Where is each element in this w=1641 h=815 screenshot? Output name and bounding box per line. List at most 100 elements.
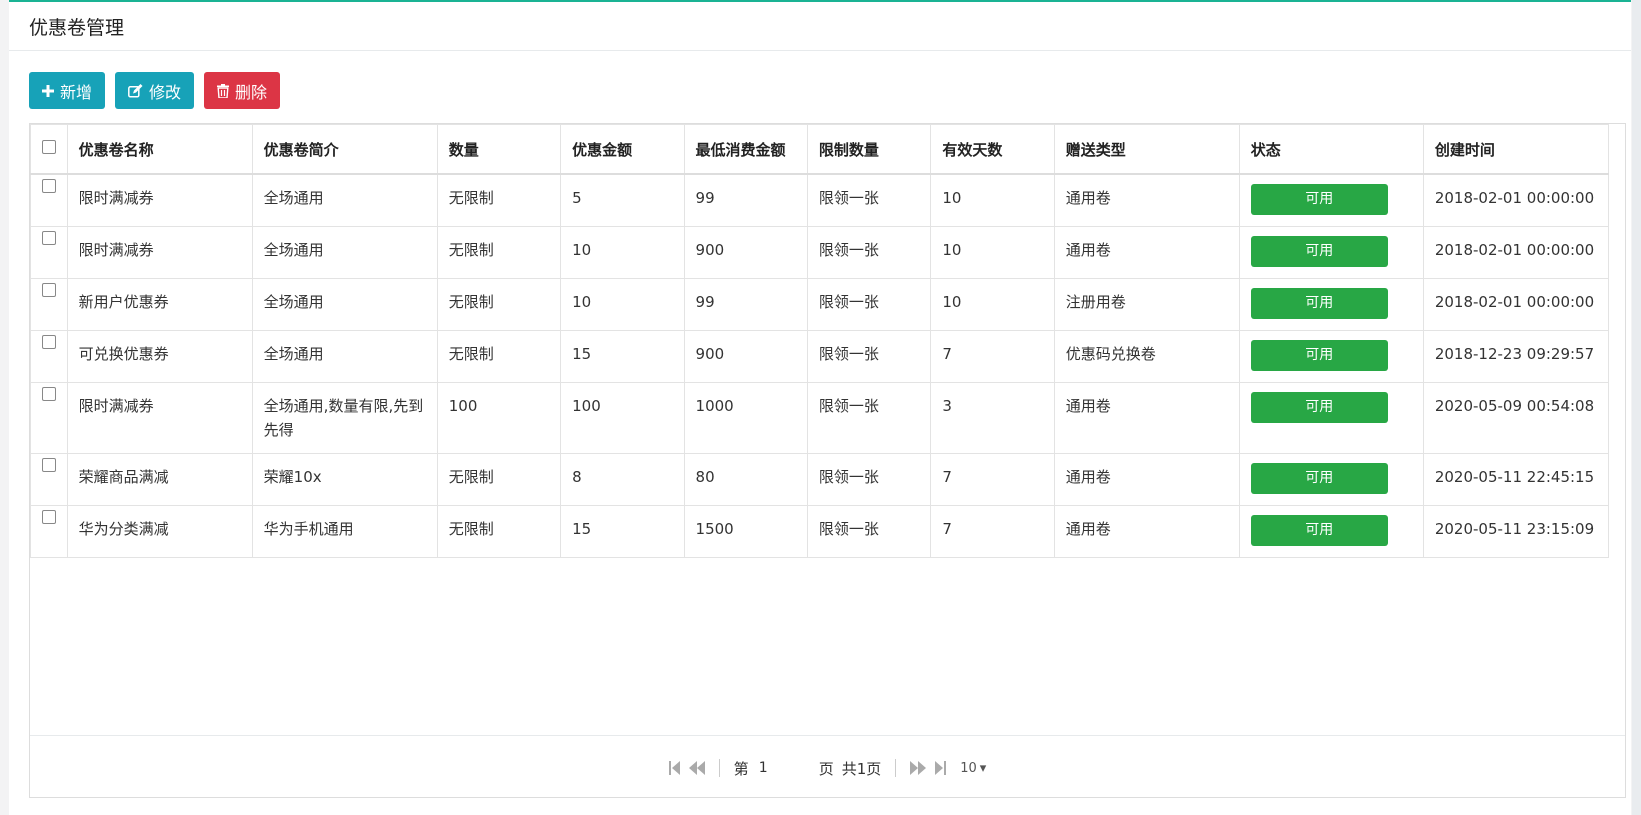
status-badge[interactable]: 可用 xyxy=(1250,288,1388,319)
status-badge[interactable]: 可用 xyxy=(1250,463,1388,494)
cell-valid-days: 10 xyxy=(930,278,1055,331)
cell-name: 新用户优惠券 xyxy=(66,278,253,331)
cell-created: 2018-02-01 00:00:00 xyxy=(1422,173,1610,227)
row-select-cell xyxy=(30,226,68,279)
first-page-icon[interactable] xyxy=(668,761,681,775)
cell-discount: 100 xyxy=(560,382,685,454)
cell-min-spend: 99 xyxy=(683,278,808,331)
page-size-value: 10 xyxy=(960,760,977,776)
cell-quantity: 无限制 xyxy=(436,226,562,279)
cell-discount: 5 xyxy=(560,173,685,227)
cell-created: 2020-05-11 22:45:15 xyxy=(1422,453,1610,506)
table-row[interactable]: 限时满减券 全场通用,数量有限,先到先得 100 100 1000 限领一张 3 通用卷 可用 2… xyxy=(30,382,1610,454)
cell-limit: 限领一张 xyxy=(806,453,932,506)
cell-status: 可用 xyxy=(1238,453,1424,506)
table-row[interactable]: 限时满减券 全场通用 无限制 5 99 限领一张 10 通用卷 可用 2018-02-01 00:… xyxy=(30,173,1610,227)
cell-status: 可用 xyxy=(1238,382,1424,454)
table-body: 限时满减券 全场通用 无限制 5 99 限领一张 10 通用卷 可用 2018-02-01 00:… xyxy=(30,173,1610,558)
cell-quantity: 无限制 xyxy=(436,453,562,506)
cell-status: 可用 xyxy=(1238,330,1424,383)
row-checkbox[interactable] xyxy=(42,179,56,193)
cell-quantity: 无限制 xyxy=(436,330,562,383)
header-description[interactable]: 优惠卷简介 xyxy=(251,124,438,175)
status-badge[interactable]: 可用 xyxy=(1250,515,1388,546)
header-created[interactable]: 创建时间 xyxy=(1422,124,1610,175)
row-select-cell xyxy=(30,278,68,331)
cell-discount: 15 xyxy=(560,505,685,558)
cell-limit: 限领一张 xyxy=(806,278,932,331)
cell-quantity: 100 xyxy=(436,382,562,454)
header-name[interactable]: 优惠卷名称 xyxy=(66,124,253,175)
cell-gift-type: 优惠码兑换卷 xyxy=(1053,330,1240,383)
cell-quantity: 无限制 xyxy=(436,278,562,331)
cell-status: 可用 xyxy=(1238,278,1424,331)
table-row[interactable]: 华为分类满减 华为手机通用 无限制 15 1500 限领一张 7 通用卷 可用 2020-05-1… xyxy=(30,505,1610,558)
table-row[interactable]: 新用户优惠券 全场通用 无限制 10 99 限领一张 10 注册用卷 可用 2018-02-01 … xyxy=(30,278,1610,331)
row-checkbox[interactable] xyxy=(42,283,56,297)
cell-description: 全场通用,数量有限,先到先得 xyxy=(251,382,438,454)
cell-created: 2018-02-01 00:00:00 xyxy=(1422,226,1610,279)
status-badge[interactable]: 可用 xyxy=(1250,236,1388,267)
cell-created: 2018-02-01 00:00:00 xyxy=(1422,278,1610,331)
page-size-select[interactable]: 10 ▾ xyxy=(960,761,986,776)
cell-created: 2018-12-23 09:29:57 xyxy=(1422,330,1610,383)
page-scrollbar[interactable] xyxy=(1632,0,1641,815)
cell-min-spend: 80 xyxy=(683,453,808,506)
cell-gift-type: 通用卷 xyxy=(1053,173,1240,227)
cell-limit: 限领一张 xyxy=(806,505,932,558)
cell-discount: 15 xyxy=(560,330,685,383)
cell-description: 全场通用 xyxy=(251,226,438,279)
header-gift-type[interactable]: 赠送类型 xyxy=(1053,124,1240,175)
row-checkbox[interactable] xyxy=(42,335,56,349)
caret-down-icon: ▾ xyxy=(979,760,987,776)
add-button[interactable]: 新增 xyxy=(29,72,106,109)
row-select-cell xyxy=(30,453,68,506)
row-checkbox[interactable] xyxy=(42,458,56,472)
status-badge[interactable]: 可用 xyxy=(1250,184,1388,215)
delete-button[interactable]: 删除 xyxy=(204,72,281,109)
edit-button-label: 修改 xyxy=(149,82,182,102)
row-checkbox[interactable] xyxy=(42,387,56,401)
cell-gift-type: 注册用卷 xyxy=(1053,278,1240,331)
cell-description: 华为手机通用 xyxy=(251,505,438,558)
cell-valid-days: 10 xyxy=(930,226,1055,279)
header-quantity[interactable]: 数量 xyxy=(436,124,562,175)
table-row[interactable]: 可兑换优惠券 全场通用 无限制 15 900 限领一张 7 优惠码兑换卷 可用 2018-12-2… xyxy=(30,330,1610,383)
select-all-cell xyxy=(30,124,68,175)
cell-description: 荣耀10x xyxy=(251,453,438,506)
row-checkbox[interactable] xyxy=(42,510,56,524)
prev-page-icon[interactable] xyxy=(688,761,705,775)
next-page-icon[interactable] xyxy=(910,761,927,775)
main-panel: 优惠卷管理 新增 修改 删除 优惠卷名称 优惠卷简介 数量 优惠金额 最低消费金… xyxy=(9,0,1631,815)
cell-discount: 10 xyxy=(560,226,685,279)
cell-description: 全场通用 xyxy=(251,278,438,331)
header-valid-days[interactable]: 有效天数 xyxy=(930,124,1055,175)
row-select-cell xyxy=(30,382,68,454)
cell-name: 限时满减券 xyxy=(66,226,253,279)
table-row[interactable]: 限时满减券 全场通用 无限制 10 900 限领一张 10 通用卷 可用 2018-02-01 0… xyxy=(30,226,1610,279)
cell-limit: 限领一张 xyxy=(806,330,932,383)
page-suffix: 页 xyxy=(818,759,834,778)
select-all-checkbox[interactable] xyxy=(42,140,56,154)
status-badge[interactable]: 可用 xyxy=(1250,340,1388,371)
pager-divider xyxy=(895,759,897,777)
row-checkbox[interactable] xyxy=(42,231,56,245)
last-page-icon[interactable] xyxy=(934,761,947,775)
table-row[interactable]: 荣耀商品满减 荣耀10x 无限制 8 80 限领一张 7 通用卷 可用 2020-05-11 22… xyxy=(30,453,1610,506)
header-status[interactable]: 状态 xyxy=(1238,124,1424,175)
cell-status: 可用 xyxy=(1238,505,1424,558)
page-number-input[interactable] xyxy=(756,760,811,776)
row-select-cell xyxy=(30,173,68,227)
header-discount[interactable]: 优惠金额 xyxy=(560,124,685,175)
total-pages: 共1页 xyxy=(841,759,882,778)
cell-name: 荣耀商品满减 xyxy=(66,453,253,506)
header-min-spend[interactable]: 最低消费金额 xyxy=(683,124,808,175)
edit-button[interactable]: 修改 xyxy=(115,72,195,109)
coupon-table: 优惠卷名称 优惠卷简介 数量 优惠金额 最低消费金额 限制数量 有效天数 赠送类… xyxy=(30,124,1610,558)
cell-min-spend: 900 xyxy=(683,330,808,383)
add-button-label: 新增 xyxy=(60,82,93,102)
row-select-cell xyxy=(30,330,68,383)
delete-button-label: 删除 xyxy=(235,82,268,102)
status-badge[interactable]: 可用 xyxy=(1250,392,1388,423)
header-limit[interactable]: 限制数量 xyxy=(806,124,932,175)
